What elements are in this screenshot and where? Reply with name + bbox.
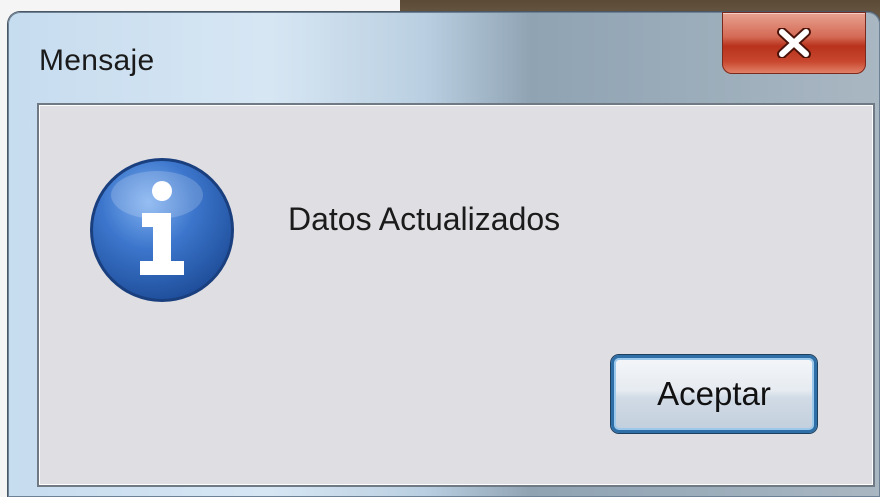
accept-button[interactable]: Aceptar (611, 355, 817, 433)
dialog-content: Datos Actualizados Aceptar (37, 103, 875, 487)
close-icon (776, 28, 812, 58)
info-icon (87, 155, 237, 305)
message-dialog: Mensaje Datos Actualizados Aceptar (8, 12, 880, 497)
message-text: Datos Actualizados (288, 201, 561, 237)
close-button[interactable] (722, 12, 866, 74)
title-bar[interactable]: Mensaje (8, 12, 880, 102)
window-title: Mensaje (39, 44, 155, 77)
